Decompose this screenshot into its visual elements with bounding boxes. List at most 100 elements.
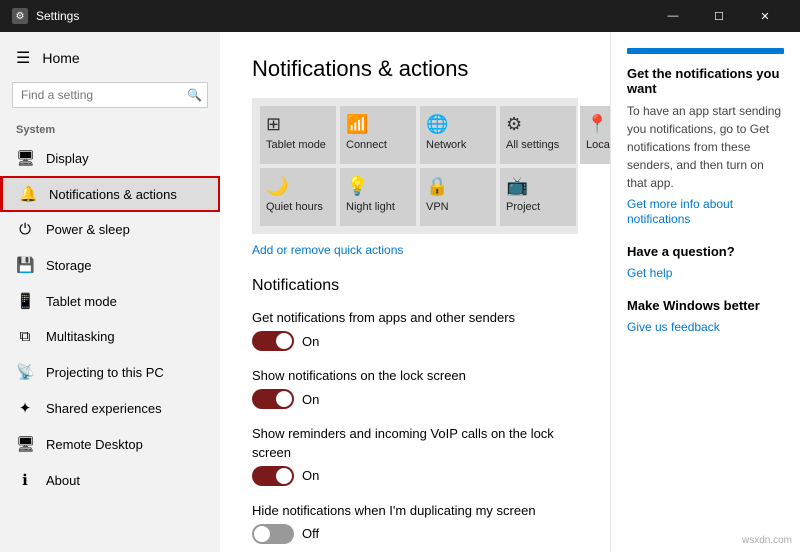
sidebar-item-display[interactable]: 🖥 Display: [0, 140, 220, 176]
home-icon: ☰: [16, 48, 30, 68]
help-heading-1: Get the notifications you want: [627, 66, 784, 96]
toggle-reminders[interactable]: [252, 466, 294, 486]
notif-item-lock: Show notifications on the lock screen On: [252, 367, 578, 409]
qa-connect[interactable]: 📶 Connect: [340, 106, 416, 164]
help-bar: [627, 48, 784, 54]
sidebar-label-power: Power & sleep: [46, 222, 130, 237]
display-icon: 🖥: [16, 149, 34, 167]
sidebar-label-tablet: Tablet mode: [46, 294, 117, 309]
qa-quiet-hours-icon: 🌙: [266, 176, 288, 197]
sidebar-item-multitasking[interactable]: ⧉ Multitasking: [0, 319, 220, 354]
sidebar-item-power[interactable]: ⏻ Power & sleep: [0, 212, 220, 247]
qa-tablet-mode[interactable]: ⊞ Tablet mode: [260, 106, 336, 164]
page-title: Notifications & actions: [252, 56, 578, 82]
qa-all-settings[interactable]: ⚙ All settings: [500, 106, 576, 164]
search-input[interactable]: [12, 82, 208, 108]
sidebar-item-home[interactable]: ☰ Home: [0, 40, 220, 76]
notifications-section-title: Notifications: [252, 277, 578, 295]
home-label: Home: [42, 50, 79, 66]
qa-vpn-label: VPN: [426, 201, 449, 214]
help-link-1[interactable]: Get more info about notifications: [627, 197, 733, 226]
qa-connect-icon: 📶: [346, 114, 368, 135]
power-icon: ⏻: [16, 221, 34, 238]
qa-tablet-mode-icon: ⊞: [266, 114, 281, 135]
help-section-question: Have a question? Get help: [627, 244, 784, 280]
search-container: 🔍: [12, 82, 208, 108]
qa-connect-label: Connect: [346, 139, 387, 152]
sidebar-label-remote: Remote Desktop: [46, 437, 143, 452]
qa-tablet-mode-label: Tablet mode: [266, 139, 326, 152]
sidebar-label-multitasking: Multitasking: [46, 329, 115, 344]
notif-toggle-row-lock: On: [252, 389, 578, 409]
help-heading-3: Make Windows better: [627, 298, 784, 313]
about-icon: ℹ: [16, 471, 34, 489]
qa-location[interactable]: 📍 Location: [580, 106, 610, 164]
app-body: ☰ Home 🔍 System 🖥 Display 🔔 Notification…: [0, 32, 800, 552]
qa-night-light-icon: 💡: [346, 176, 368, 197]
qa-night-light[interactable]: 💡 Night light: [340, 168, 416, 226]
qa-project[interactable]: 📺 Project: [500, 168, 576, 226]
search-icon: 🔍: [187, 88, 202, 102]
minimize-button[interactable]: —: [650, 0, 696, 32]
sidebar-item-about[interactable]: ℹ About: [0, 462, 220, 498]
sidebar-item-storage[interactable]: 💾 Storage: [0, 247, 220, 283]
maximize-button[interactable]: ☐: [696, 0, 742, 32]
toggle-label-reminders: On: [302, 468, 319, 483]
toggle-label-lock: On: [302, 392, 319, 407]
sidebar: ☰ Home 🔍 System 🖥 Display 🔔 Notification…: [0, 32, 220, 552]
sidebar-label-shared: Shared experiences: [46, 401, 162, 416]
sidebar-label-storage: Storage: [46, 258, 92, 273]
sidebar-item-remote[interactable]: 🖥 Remote Desktop: [0, 426, 220, 462]
notif-item-reminders: Show reminders and incoming VoIP calls o…: [252, 425, 578, 485]
window-title: Settings: [36, 9, 650, 23]
toggle-label-apps: On: [302, 334, 319, 349]
qa-project-label: Project: [506, 201, 540, 214]
notifications-icon: 🔔: [19, 185, 37, 203]
notif-text-lock: Show notifications on the lock screen: [252, 367, 578, 385]
qa-vpn[interactable]: 🔒 VPN: [420, 168, 496, 226]
sidebar-label-display: Display: [46, 151, 89, 166]
watermark: wsxdn.com: [742, 535, 792, 546]
qa-night-light-label: Night light: [346, 201, 395, 214]
sidebar-item-shared[interactable]: ✦ Shared experiences: [0, 390, 220, 426]
sidebar-item-tablet[interactable]: 📱 Tablet mode: [0, 283, 220, 319]
app-icon: ⚙: [12, 8, 28, 24]
sidebar-label-projecting: Projecting to this PC: [46, 365, 164, 380]
help-section-notifications: Get the notifications you want To have a…: [627, 66, 784, 226]
help-link-3[interactable]: Give us feedback: [627, 320, 720, 334]
notif-text-reminders: Show reminders and incoming VoIP calls o…: [252, 425, 578, 461]
help-heading-2: Have a question?: [627, 244, 784, 259]
qa-location-icon: 📍: [586, 114, 608, 135]
sidebar-item-notifications[interactable]: 🔔 Notifications & actions: [0, 176, 220, 212]
notif-item-apps: Get notifications from apps and other se…: [252, 309, 578, 351]
titlebar: ⚙ Settings — ☐ ✕: [0, 0, 800, 32]
add-remove-link[interactable]: Add or remove quick actions: [252, 243, 403, 257]
qa-all-settings-icon: ⚙: [506, 114, 522, 135]
qa-quiet-hours[interactable]: 🌙 Quiet hours: [260, 168, 336, 226]
notif-item-duplicate: Hide notifications when I'm duplicating …: [252, 502, 578, 544]
toggle-duplicate[interactable]: [252, 524, 294, 544]
notif-toggle-row-duplicate: Off: [252, 524, 578, 544]
help-section-feedback: Make Windows better Give us feedback: [627, 298, 784, 334]
notif-text-duplicate: Hide notifications when I'm duplicating …: [252, 502, 578, 520]
sidebar-label-notifications: Notifications & actions: [49, 187, 177, 202]
qa-network-label: Network: [426, 139, 466, 152]
projecting-icon: 📡: [16, 363, 34, 381]
help-body-1: To have an app start sending you notific…: [627, 102, 784, 192]
main-content: Notifications & actions ⊞ Tablet mode 📶 …: [220, 32, 610, 552]
sidebar-item-projecting[interactable]: 📡 Projecting to this PC: [0, 354, 220, 390]
qa-network-icon: 🌐: [426, 114, 448, 135]
storage-icon: 💾: [16, 256, 34, 274]
close-button[interactable]: ✕: [742, 0, 788, 32]
tablet-icon: 📱: [16, 292, 34, 310]
qa-location-label: Location: [586, 139, 610, 152]
help-link-2[interactable]: Get help: [627, 266, 672, 280]
notif-toggle-row-apps: On: [252, 331, 578, 351]
toggle-lock[interactable]: [252, 389, 294, 409]
quick-actions-grid: ⊞ Tablet mode 📶 Connect 🌐 Network ⚙ All …: [252, 98, 578, 234]
qa-network[interactable]: 🌐 Network: [420, 106, 496, 164]
qa-all-settings-label: All settings: [506, 139, 559, 152]
toggle-label-duplicate: Off: [302, 526, 319, 541]
section-label: System: [0, 120, 220, 140]
toggle-apps[interactable]: [252, 331, 294, 351]
